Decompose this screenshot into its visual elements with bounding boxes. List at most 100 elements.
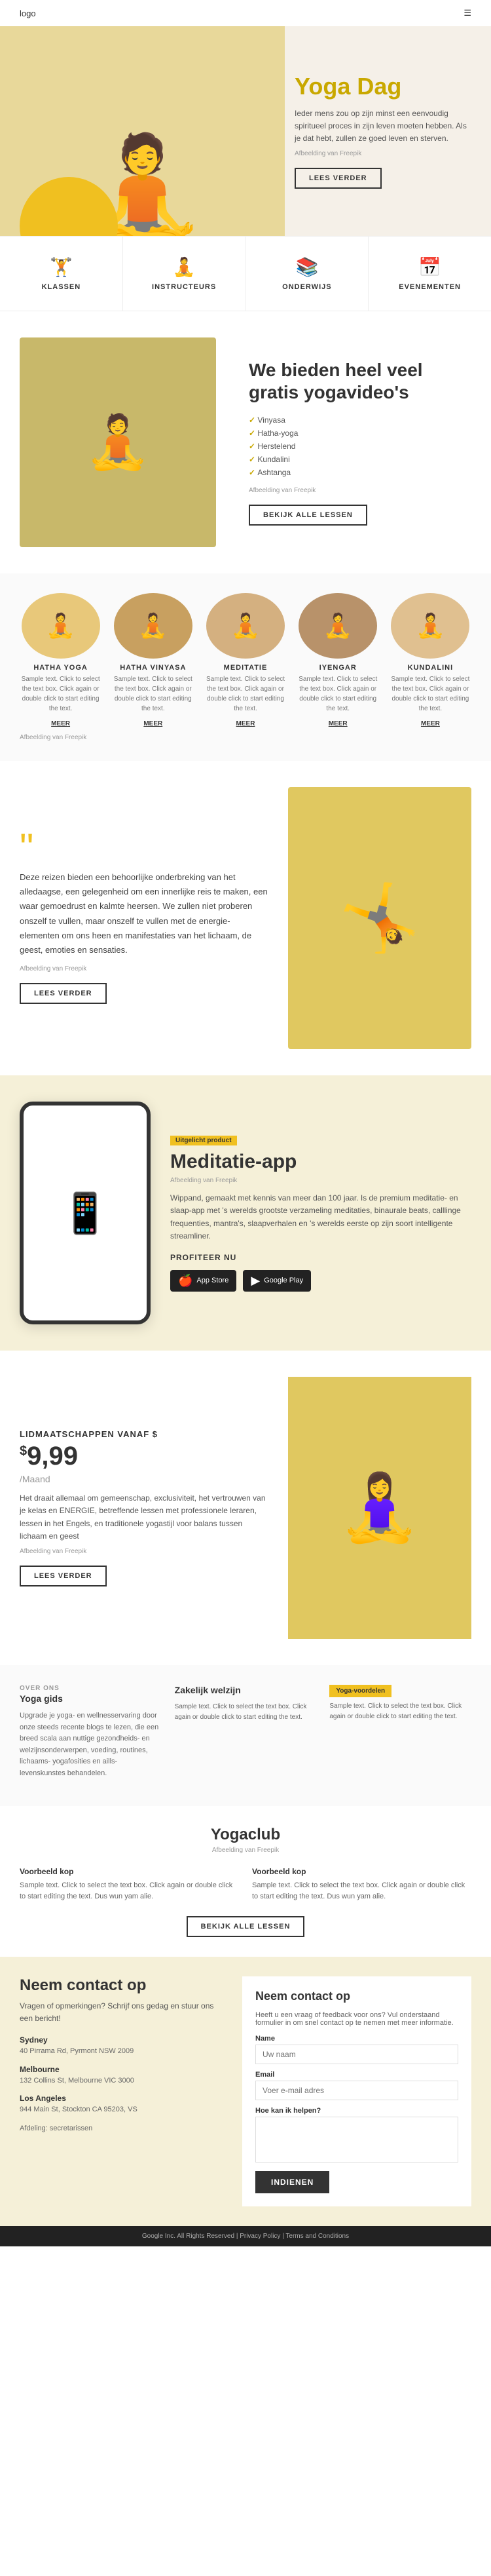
yoga-card-text-kundalini: Sample text. Click to select the text bo… (390, 674, 471, 714)
form-name-group: Name (255, 2035, 458, 2064)
video-section: 🧘 We bieden heel veel gratis yogavideo's… (0, 311, 491, 573)
yoga-voordelen-column: Yoga-voordelen Sample text. Click to sel… (329, 1685, 471, 1786)
over-ons-column: OVER ONS Yoga gids Upgrade je yoga- en w… (20, 1685, 162, 1786)
checklist-item-hatha: Hatha-yoga (249, 427, 471, 440)
contact-extra: Afdeling: secretarissen (20, 2123, 223, 2134)
over-ons-text: Upgrade je yoga- en wellnesservaring doo… (20, 1710, 162, 1780)
contact-section: Neem contact op Vragen of opmerkingen? S… (0, 1957, 491, 2226)
membership-cta-button[interactable]: LEES VERDER (20, 1566, 107, 1586)
yoga-club-title: Yogaclub (20, 1826, 471, 1844)
yoga-club-section: Yogaclub Afbeelding van Freepik Voorbeel… (0, 1806, 491, 1957)
contact-city-la: Los Angeles (20, 2094, 223, 2103)
yoga-card-img-hatha: 🧘 (22, 593, 100, 659)
membership-label: Lidmaatschappen vanaf $ (20, 1429, 268, 1439)
feature-onderwijs[interactable]: 📚 ONDERWIJS (246, 237, 369, 311)
over-ons-subtitle: OVER ONS (20, 1685, 162, 1692)
yoga-card-link-vinyasa[interactable]: MEER (143, 720, 162, 727)
nav-menu-icon[interactable]: ☰ (464, 8, 471, 18)
checklist-item-kundalini: Kundalini (249, 453, 471, 466)
contact-city-melbourne: Melbourne (20, 2065, 223, 2074)
contact-addr-sydney: 40 Pirrama Rd, Pyrmont NSW 2009 (20, 2046, 223, 2057)
yoga-club-grid: Voorbeeld kop Sample text. Click to sele… (20, 1867, 471, 1903)
yoga-card-link-meditatie[interactable]: MEER (236, 720, 255, 727)
membership-currency: $ (20, 1444, 27, 1459)
hero-cta-button[interactable]: LEES VERDER (295, 168, 382, 189)
zakelijk-column: Zakelijk welzijn Sample text. Click to s… (175, 1685, 317, 1786)
app-content: Uitgelicht product Meditatie-app Afbeeld… (170, 1134, 471, 1292)
form-email-label: Email (255, 2071, 458, 2079)
contact-grid: Neem contact op Vragen of opmerkingen? S… (20, 1976, 471, 2206)
form-name-input[interactable] (255, 2045, 458, 2064)
footer: Google Inc. All Rights Reserved | Privac… (0, 2226, 491, 2246)
hero-text: Ieder mens zou op zijn minst een eenvoud… (295, 107, 471, 145)
feature-klassen[interactable]: 🏋 KLASSEN (0, 237, 123, 311)
membership-text: Het draait allemaal om gemeenschap, excl… (20, 1492, 268, 1543)
feature-instructeurs[interactable]: 🧘 INSTRUCTEURS (123, 237, 246, 311)
yoga-club-col1-text: Sample text. Click to select the text bo… (20, 1880, 239, 1903)
video-credit: Afbeelding van Freepik (249, 487, 471, 494)
hero-image-credit: Afbeelding van Freepik (295, 150, 471, 157)
yoga-card-img-meditatie: 🧘 (206, 593, 285, 659)
zakelijk-text: Sample text. Click to select the text bo… (175, 1702, 317, 1723)
yoga-types-section: 🧘 HATHA YOGA Sample text. Click to selec… (0, 573, 491, 761)
membership-credit: Afbeelding van Freepik (20, 1548, 268, 1555)
yoga-card-text-hatha: Sample text. Click to select the text bo… (20, 674, 101, 714)
quote-section: " Deze reizen bieden een behoorlijke ond… (0, 761, 491, 1075)
video-checklist: Vinyasa Hatha-yoga Herstelend Kundalini … (249, 413, 471, 479)
app-badge: Uitgelicht product (170, 1136, 237, 1145)
checklist-item-ashtanga: Ashtanga (249, 466, 471, 479)
contact-left-text: Vragen of opmerkingen? Schrijf ons gedag… (20, 2000, 223, 2025)
video-content: We bieden heel veel gratis yogavideo's V… (249, 359, 471, 526)
google-play-button[interactable]: ▶ Google Play (243, 1270, 311, 1292)
form-submit-button[interactable]: INDIENEN (255, 2171, 329, 2193)
app-store-buttons: 🍎 App Store ▶ Google Play (170, 1270, 471, 1292)
yoga-club-col2-title: Voorbeeld kop (252, 1867, 471, 1876)
contact-form-title: Neem contact op (255, 1990, 458, 2003)
yoga-club-cta-button[interactable]: BEKIJK ALLE LESSEN (187, 1916, 305, 1937)
form-email-input[interactable] (255, 2081, 458, 2100)
app-title: Meditatie-app (170, 1151, 471, 1173)
membership-content: Lidmaatschappen vanaf $ $9,99 /Maand Het… (20, 1429, 268, 1586)
feature-icon-instructeurs: 🧘 (130, 256, 239, 278)
checklist-item-herstelend: Herstelend (249, 440, 471, 453)
yoga-card-title-hatha: HATHA YOGA (20, 664, 101, 672)
yoga-club-col2-text: Sample text. Click to select the text bo… (252, 1880, 471, 1903)
feature-evenementen[interactable]: 📅 EVENEMENTEN (369, 237, 491, 311)
contact-form-text: Heeft u een vraag of feedback voor ons? … (255, 2011, 458, 2027)
yoga-card-title-vinyasa: HATHA VINYASA (112, 664, 194, 672)
contact-location-sydney: Sydney 40 Pirrama Rd, Pyrmont NSW 2009 (20, 2035, 223, 2057)
nav-logo: logo (20, 9, 36, 18)
footer-text: Google Inc. All Rights Reserved | Privac… (142, 2233, 349, 2240)
app-section: 📱 Uitgelicht product Meditatie-app Afbee… (0, 1075, 491, 1351)
yoga-card-text-vinyasa: Sample text. Click to select the text bo… (112, 674, 194, 714)
hero-content: Yoga Dag Ieder mens zou op zijn minst ee… (295, 73, 471, 189)
contact-left-title: Neem contact op (20, 1976, 223, 1995)
yoga-card-text-meditatie: Sample text. Click to select the text bo… (204, 674, 286, 714)
bottom-info-section: OVER ONS Yoga gids Upgrade je yoga- en w… (0, 1665, 491, 1806)
form-message-textarea[interactable] (255, 2117, 458, 2163)
contact-form: Neem contact op Heeft u een vraag of fee… (242, 1976, 471, 2206)
yoga-club-col2: Voorbeeld kop Sample text. Click to sele… (252, 1867, 471, 1903)
app-store-button[interactable]: 🍎 App Store (170, 1270, 236, 1292)
yoga-card-hatha: 🧘 HATHA YOGA Sample text. Click to selec… (20, 593, 101, 727)
form-email-group: Email (255, 2071, 458, 2100)
quote-cta-button[interactable]: LEES VERDER (20, 983, 107, 1004)
video-cta-button[interactable]: BEKIJK ALLE LESSEN (249, 505, 367, 526)
yoga-card-link-hatha[interactable]: MEER (51, 720, 70, 727)
contact-addr-la: 944 Main St, Stockton CA 95203, VS (20, 2104, 223, 2115)
yoga-card-link-iyengar[interactable]: MEER (329, 720, 348, 727)
yoga-card-img-vinyasa: 🧘 (114, 593, 192, 659)
hero-section: Yoga Dag Ieder mens zou op zijn minst ee… (0, 26, 491, 236)
yoga-card-title-iyengar: IYENGAR (297, 664, 379, 672)
feature-icon-klassen: 🏋 (7, 256, 116, 278)
contact-left: Neem contact op Vragen of opmerkingen? S… (20, 1976, 223, 2206)
app-phone-mockup: 📱 (20, 1102, 151, 1324)
quote-content: " Deze reizen bieden een behoorlijke ond… (20, 832, 268, 1004)
membership-section: Lidmaatschappen vanaf $ $9,99 /Maand Het… (0, 1351, 491, 1665)
app-store-label: App Store (196, 1277, 228, 1284)
google-play-label: Google Play (264, 1277, 303, 1284)
contact-location-melbourne: Melbourne 132 Collins St, Melbourne VIC … (20, 2065, 223, 2086)
yoga-card-link-kundalini[interactable]: MEER (421, 720, 440, 727)
yoga-card-title-kundalini: KUNDALINI (390, 664, 471, 672)
quote-image: 🤸 (288, 787, 471, 1049)
